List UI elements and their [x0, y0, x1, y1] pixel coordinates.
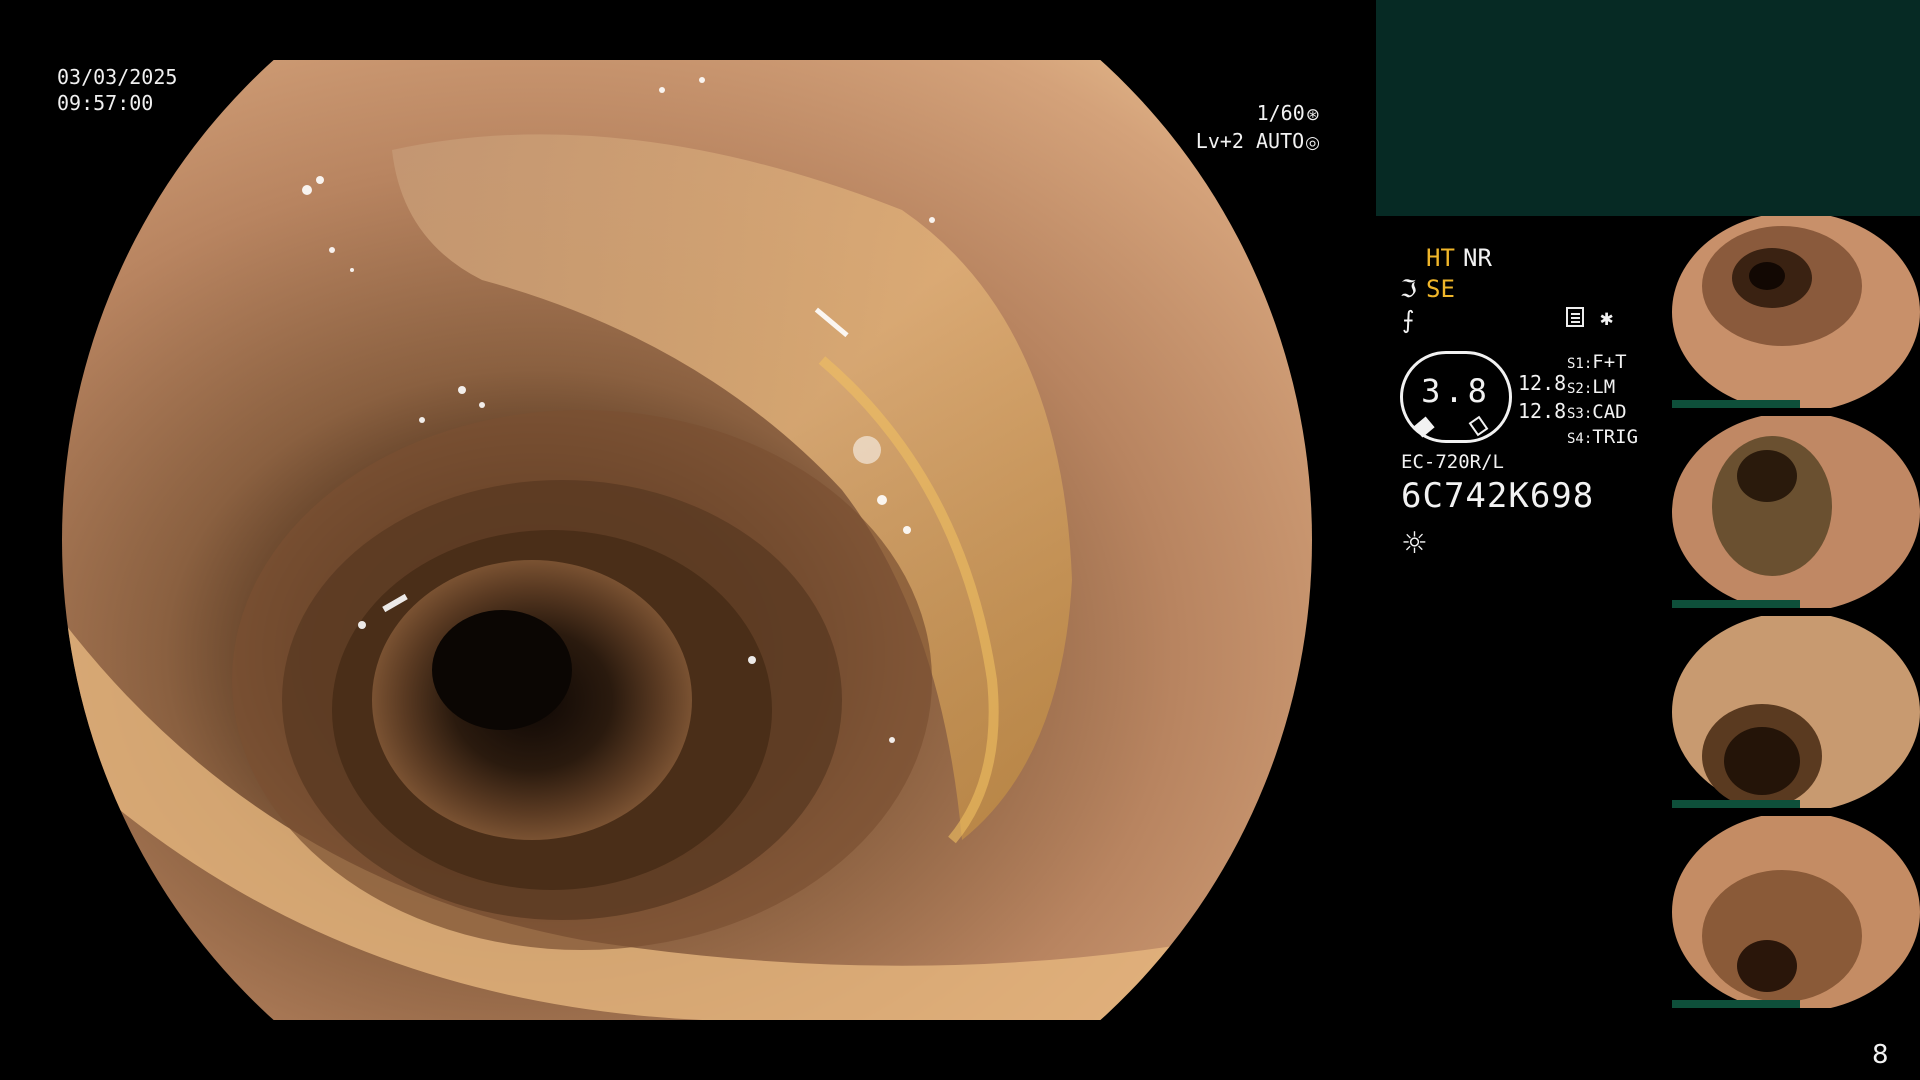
- slot-s4: S4:TRIG: [1567, 426, 1639, 448]
- light-icon: ☼: [1401, 526, 1428, 561]
- date-text: 03/03/2025: [57, 65, 178, 89]
- shutter-info: 1/60⊛ Lv+2 AUTO◎: [1180, 100, 1320, 156]
- asterisk-icon: ✱: [1600, 306, 1614, 331]
- thumbnail-bar: [1672, 1000, 1800, 1008]
- slot-s3: S3:CAD: [1567, 401, 1627, 423]
- gauge-reading-b: 12.8: [1518, 399, 1567, 423]
- thumbnail-bar: [1672, 800, 1800, 808]
- structure-enhance-icon: ℑ: [1400, 275, 1417, 303]
- memo-icon: [1566, 307, 1584, 327]
- shutter-speed-row: 1/60⊛: [1180, 100, 1320, 128]
- thumbnail-bar: [1672, 600, 1800, 608]
- exposure-level: Lv+2 AUTO: [1195, 129, 1305, 153]
- timestamp: 03/03/2025 09:57:00: [57, 64, 177, 116]
- mode-nr: NR: [1463, 244, 1492, 272]
- endoscope-view: [62, 60, 1312, 1020]
- color-mode-icon: ⨍: [1402, 306, 1415, 334]
- scope-model: EC-720R/L: [1401, 451, 1504, 473]
- mode-ht: HT: [1426, 244, 1455, 272]
- page-number: 8: [1872, 1040, 1889, 1070]
- gauge-reading-a: 12.8: [1518, 371, 1567, 395]
- shutter-speed: 1/60: [1256, 101, 1305, 125]
- info-panel: [1376, 0, 1920, 216]
- mode-se: SE: [1426, 275, 1455, 303]
- capture-thumbnail-3[interactable]: [1672, 616, 1920, 808]
- scope-serial: 6C742K698: [1401, 476, 1595, 516]
- capture-thumbnail-2[interactable]: [1672, 416, 1920, 608]
- gauge-value: 3.8: [1421, 372, 1491, 410]
- iris-icon: ◎: [1305, 133, 1320, 153]
- capture-thumbnail-4[interactable]: [1672, 816, 1920, 1008]
- capture-thumbnail-1[interactable]: [1672, 216, 1920, 408]
- slot-s1: S1:F+T: [1567, 351, 1627, 373]
- time-text: 09:57:00: [57, 91, 154, 115]
- level-row: Lv+2 AUTO◎: [1180, 128, 1320, 156]
- slot-s2: S2:LM: [1567, 376, 1616, 398]
- thumbnail-bar: [1672, 400, 1800, 408]
- aperture-icon: ⊛: [1305, 105, 1320, 125]
